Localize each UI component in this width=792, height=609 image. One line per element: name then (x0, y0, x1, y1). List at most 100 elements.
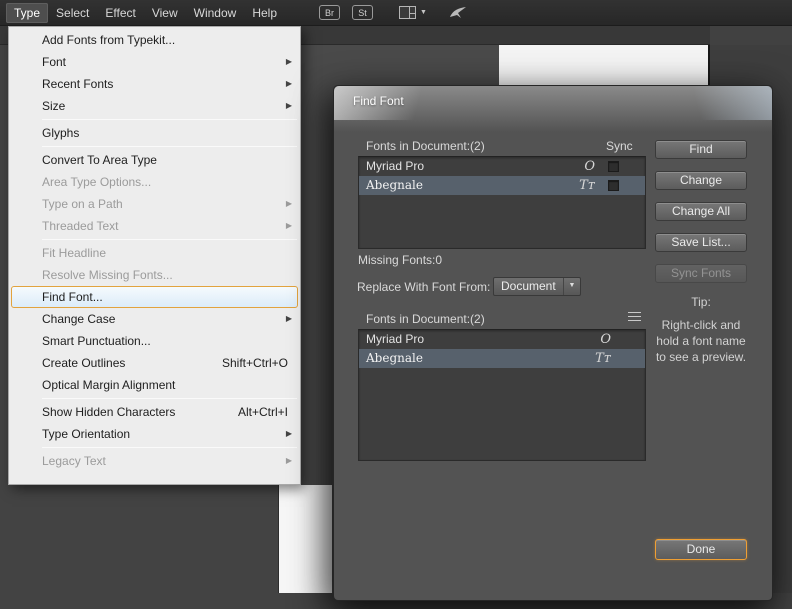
tip-text: Tip: Right-click and hold a font name to… (639, 294, 763, 365)
tip-line: hold a font name (656, 334, 746, 348)
workspace-layout-icon (399, 6, 417, 19)
menu-item-type-on-a-path: Type on a Path ▶ (9, 193, 300, 215)
sync-fonts-button: Sync Fonts (655, 264, 747, 283)
menu-item-create-outlines[interactable]: Create Outlines Shift+Ctrl+O (9, 352, 300, 374)
fonts-in-document-list: Myriad Pro O Abegnale Tᴛ (358, 156, 646, 249)
menu-item-smart-punctuation[interactable]: Smart Punctuation... (9, 330, 300, 352)
menu-separator (42, 119, 297, 120)
menu-item-label: Create Outlines (42, 356, 126, 370)
fonts-in-document-label-2: Fonts in Document:(2) (366, 312, 485, 326)
submenu-arrow-icon: ▶ (285, 79, 292, 88)
menu-item-type-orientation[interactable]: Type Orientation ▶ (9, 423, 300, 445)
bridge-button[interactable]: Br (319, 5, 341, 20)
done-button[interactable]: Done (655, 539, 747, 560)
menu-item-optical-margin-alignment[interactable]: Optical Margin Alignment (9, 374, 300, 396)
font-row-abegnale[interactable]: Abegnale Tᴛ (359, 176, 645, 195)
sync-checkbox[interactable] (608, 180, 619, 191)
menu-item-label: Size (42, 99, 66, 113)
sync-checkbox[interactable] (608, 161, 619, 172)
font-row-abegnale[interactable]: Abegnale Tᴛ (359, 349, 645, 368)
replace-source-dropdown[interactable]: Document ▼ (493, 277, 581, 296)
menu-separator (42, 398, 297, 399)
menu-item-label: Fit Headline (42, 246, 107, 260)
menu-item-label: Font (42, 55, 67, 69)
dialog-title: Find Font (353, 94, 404, 108)
replace-with-font-from-label: Replace With Font From: (357, 280, 491, 294)
font-name: Abegnale (366, 351, 423, 365)
menu-item-label: Legacy Text (42, 454, 106, 468)
replacement-fonts-list: Myriad Pro O Abegnale Tᴛ (358, 329, 646, 461)
menu-item-recent-fonts[interactable]: Recent Fonts ▶ (9, 73, 300, 95)
opentype-icon: O (584, 159, 595, 174)
menu-item-convert-to-area-type[interactable]: Convert To Area Type (9, 149, 300, 171)
submenu-arrow-icon: ▶ (285, 199, 292, 208)
workspace-switcher[interactable]: ▼ (399, 6, 427, 19)
menu-item-change-case[interactable]: Change Case ▶ (9, 308, 300, 330)
submenu-arrow-icon: ▶ (285, 314, 292, 323)
change-button[interactable]: Change (655, 171, 747, 190)
menu-item-shortcut: Shift+Ctrl+O (221, 356, 288, 370)
tip-line: Right-click and (661, 318, 741, 332)
menu-item-label: Threaded Text (42, 219, 119, 233)
artboard (499, 45, 708, 85)
font-name: Myriad Pro (366, 332, 425, 346)
menu-item-label: Show Hidden Characters (42, 405, 176, 419)
menu-window[interactable]: Window (186, 3, 245, 23)
font-name: Abegnale (366, 178, 423, 192)
menu-item-label: Smart Punctuation... (42, 334, 151, 348)
menu-item-legacy-text: Legacy Text ▶ (9, 450, 300, 472)
menu-item-label: Change Case (42, 312, 116, 326)
menubar: Type Select Effect View Window Help Br S… (0, 0, 792, 26)
find-font-dialog: Find Font Fonts in Document:(2) Sync Myr… (333, 85, 773, 601)
share-button[interactable] (449, 6, 467, 20)
menu-view[interactable]: View (144, 3, 186, 23)
find-button[interactable]: Find (655, 140, 747, 159)
stock-button[interactable]: St (352, 5, 374, 20)
submenu-arrow-icon: ▶ (285, 101, 292, 110)
tip-title: Tip: (691, 295, 711, 309)
menu-item-find-font[interactable]: Find Font... (11, 286, 298, 308)
menu-separator (42, 447, 297, 448)
share-icon (449, 6, 466, 18)
chevron-down-icon: ▼ (563, 278, 580, 295)
chevron-down-icon: ▼ (420, 9, 427, 16)
truetype-icon: Tᴛ (595, 351, 611, 366)
menu-item-label: Resolve Missing Fonts... (42, 268, 173, 282)
menu-effect[interactable]: Effect (97, 3, 143, 23)
type-menu-dropdown: Add Fonts from Typekit... Font ▶ Recent … (8, 26, 301, 485)
menu-item-add-fonts-typekit[interactable]: Add Fonts from Typekit... (9, 29, 300, 51)
menu-item-shortcut: Alt+Ctrl+I (237, 405, 288, 419)
menu-item-size[interactable]: Size ▶ (9, 95, 300, 117)
missing-fonts-label: Missing Fonts:0 (358, 253, 443, 267)
menu-separator (42, 146, 297, 147)
save-list-button[interactable]: Save List... (655, 233, 747, 252)
menu-item-font[interactable]: Font ▶ (9, 51, 300, 73)
menu-item-label: Recent Fonts (42, 77, 114, 91)
submenu-arrow-icon: ▶ (285, 456, 292, 465)
font-row-myriad-pro[interactable]: Myriad Pro O (359, 330, 645, 349)
menu-select[interactable]: Select (48, 3, 97, 23)
tip-line: to see a preview. (655, 350, 747, 364)
menu-item-label: Type on a Path (42, 197, 123, 211)
menu-item-show-hidden-characters[interactable]: Show Hidden Characters Alt+Ctrl+I (9, 401, 300, 423)
menu-help[interactable]: Help (244, 3, 285, 23)
change-all-button[interactable]: Change All (655, 202, 747, 221)
sync-column-label: Sync (606, 139, 633, 153)
menu-item-label: Area Type Options... (42, 175, 152, 189)
font-name: Myriad Pro (366, 159, 425, 173)
menu-type[interactable]: Type (6, 3, 49, 23)
menu-item-label: Type Orientation (42, 427, 131, 441)
menu-item-glyphs[interactable]: Glyphs (9, 122, 300, 144)
opentype-icon: O (600, 332, 611, 347)
submenu-arrow-icon: ▶ (285, 429, 292, 438)
menu-item-label: Convert To Area Type (42, 153, 157, 167)
menu-item-area-type-options: Area Type Options... (9, 171, 300, 193)
application-window: Type Select Effect View Window Help Br S… (0, 0, 792, 609)
font-row-myriad-pro[interactable]: Myriad Pro O (359, 157, 645, 176)
menu-item-label: Find Font... (42, 290, 103, 304)
menu-item-label: Glyphs (42, 126, 80, 140)
submenu-arrow-icon: ▶ (285, 221, 292, 230)
menu-item-label: Add Fonts from Typekit... (42, 33, 176, 47)
menu-item-resolve-missing-fonts: Resolve Missing Fonts... (9, 264, 300, 286)
menu-item-fit-headline: Fit Headline (9, 242, 300, 264)
